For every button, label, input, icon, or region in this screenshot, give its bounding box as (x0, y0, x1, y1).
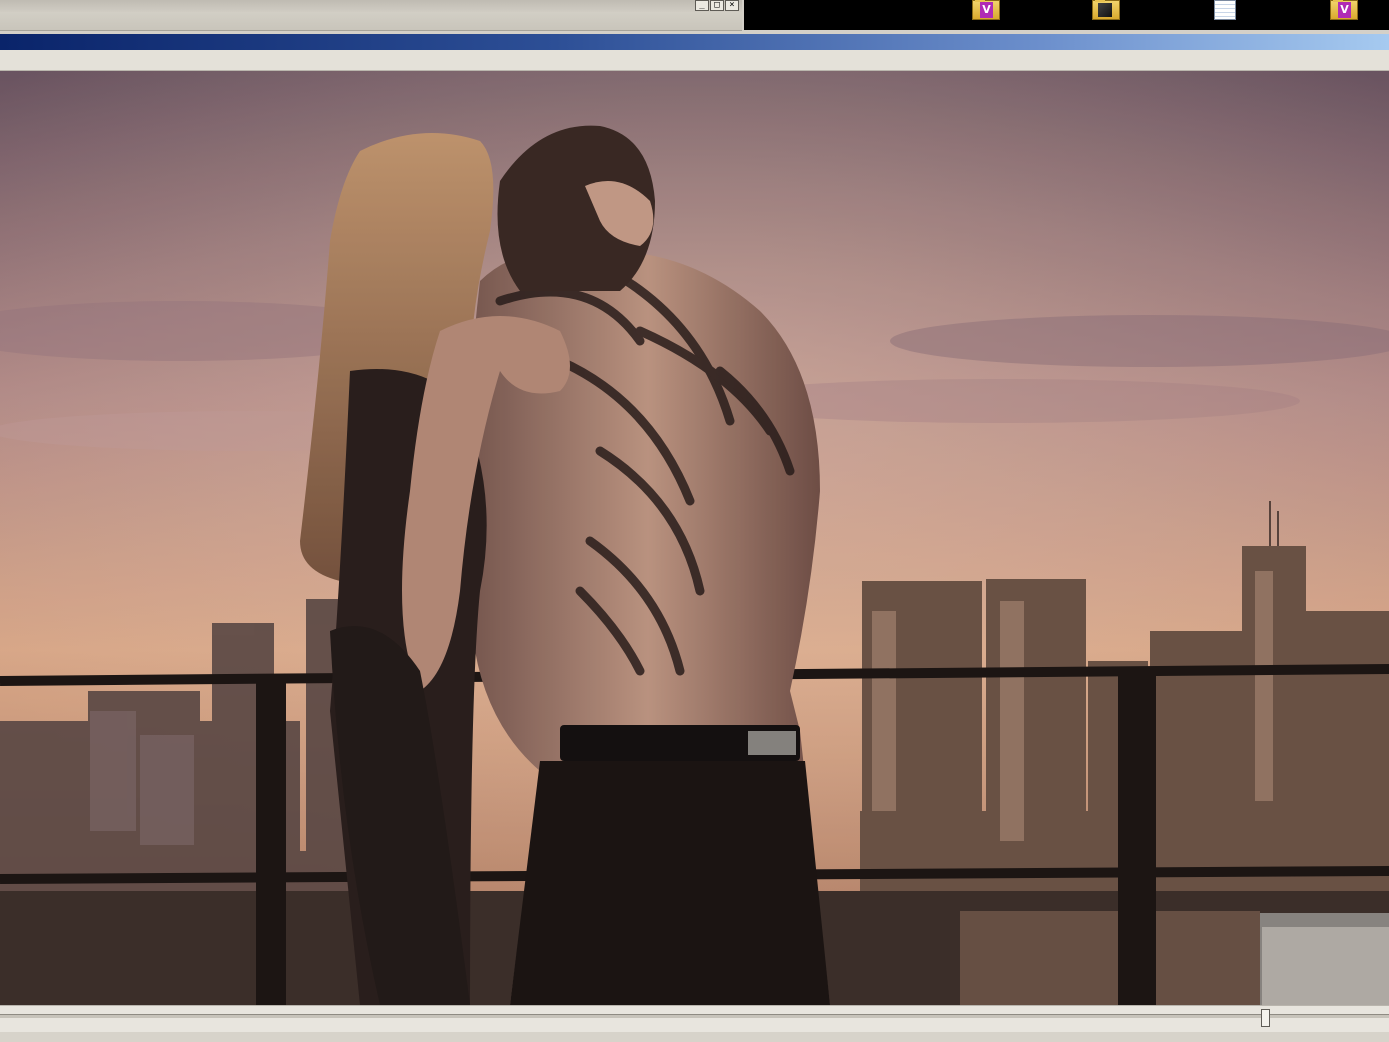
minimize-button[interactable]: _ (695, 0, 709, 11)
seek-thumb[interactable] (1261, 1009, 1270, 1027)
screen: _ □ × V V (0, 0, 1389, 1042)
desktop-area: V V (744, 0, 1389, 30)
desktop-icon-label (1206, 24, 1250, 30)
video-folder-icon: V (972, 0, 1000, 20)
seek-bar-area (0, 1005, 1389, 1042)
desktop-icon-1[interactable]: V (966, 0, 1002, 30)
video-frame-image (0, 71, 1389, 1005)
desktop-icon-4[interactable]: V (1324, 0, 1360, 30)
maximize-button[interactable]: □ (710, 0, 724, 11)
background-window-title-bar[interactable] (0, 0, 742, 12)
desktop-icon-label (1324, 24, 1368, 30)
desktop-icon-2[interactable] (1086, 0, 1122, 30)
seek-track[interactable] (0, 1014, 1389, 1018)
close-button[interactable]: × (725, 0, 739, 11)
video-folder-icon: V (1330, 0, 1358, 20)
desktop-icon-label (1086, 24, 1130, 30)
video-frame[interactable] (0, 71, 1389, 1005)
desktop-icon-3[interactable] (1206, 0, 1242, 30)
player-title-bar[interactable] (0, 34, 1389, 50)
background-window-controls: _ □ × (695, 0, 739, 11)
player-menu-bar[interactable] (0, 50, 1389, 71)
desktop-icon-label (966, 24, 1010, 30)
background-window[interactable]: _ □ × (0, 0, 742, 31)
text-file-icon (1214, 0, 1236, 20)
status-bar (0, 1032, 1389, 1042)
photo-folder-icon (1092, 0, 1120, 20)
